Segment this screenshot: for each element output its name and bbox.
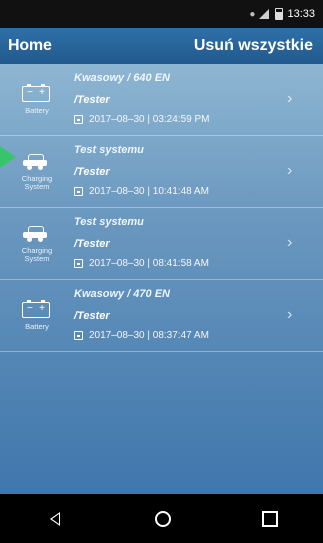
type-label: Battery xyxy=(25,321,49,331)
type-icon-block: − + Battery xyxy=(0,64,74,136)
chevron-right-icon: › xyxy=(287,90,293,107)
calendar-icon xyxy=(74,259,83,268)
calendar-icon xyxy=(74,115,83,124)
date-text: 2017–08–30 | 03:24:59 PM xyxy=(89,114,210,125)
recent-apps-button[interactable] xyxy=(261,510,278,527)
item-tester: /Tester xyxy=(74,166,110,178)
date-text: 2017–08–30 | 08:37:47 AM xyxy=(89,330,209,341)
date-text: 2017–08–30 | 08:41:58 AM xyxy=(89,258,209,269)
item-text: Test systemu /Tester xyxy=(74,216,284,251)
delete-all-button[interactable]: Usuń wszystkie xyxy=(194,37,313,55)
type-icon-block: − + Battery xyxy=(0,280,74,352)
type-icon-block: Charging System xyxy=(0,208,74,280)
home-button[interactable] xyxy=(155,510,172,527)
item-date: 2017–08–30 | 08:41:58 AM xyxy=(74,258,209,269)
android-nav-bar xyxy=(0,494,323,543)
item-text: Kwasowy / 640 EN /Tester xyxy=(74,72,284,107)
battery-icon: − + xyxy=(22,83,52,104)
green-arrow-icon xyxy=(0,146,18,168)
car-icon xyxy=(22,225,52,244)
calendar-icon xyxy=(74,187,83,196)
item-tester: /Tester xyxy=(74,310,110,322)
list-item[interactable]: − + Battery Kwasowy / 470 EN /Tester 2017… xyxy=(0,280,323,352)
item-name: Test systemu xyxy=(74,216,144,228)
list-item[interactable]: − + Battery Kwasowy / 640 EN /Tester 2017… xyxy=(0,64,323,136)
item-date: 2017–08–30 | 10:41:48 AM xyxy=(74,186,209,197)
item-text: Test systemu /Tester xyxy=(74,144,284,179)
battery-icon: − + xyxy=(22,299,52,320)
status-bar: ● 13:33 xyxy=(0,0,323,28)
item-tester: /Tester xyxy=(74,238,110,250)
item-date: 2017–08–30 | 08:37:47 AM xyxy=(74,330,209,341)
list-item[interactable]: Charging System Test systemu /Tester 201… xyxy=(0,208,323,280)
type-label: Charging System xyxy=(21,173,53,191)
phone-screen: ● 13:33 Home Usuń wszystkie − + Battery K… xyxy=(0,0,323,543)
item-text: Kwasowy / 470 EN /Tester xyxy=(74,288,284,323)
app-header: Home Usuń wszystkie xyxy=(0,28,323,64)
page-title: Home xyxy=(8,37,52,54)
item-name: Kwasowy / 640 EN xyxy=(74,72,170,84)
chevron-right-icon: › xyxy=(287,162,293,179)
item-tester: /Tester xyxy=(74,94,110,106)
chevron-right-icon: › xyxy=(287,306,293,323)
results-list: − + Battery Kwasowy / 640 EN /Tester 2017… xyxy=(0,64,323,494)
type-label: Battery xyxy=(25,105,49,115)
chevron-right-icon: › xyxy=(287,234,293,251)
car-icon xyxy=(22,153,52,172)
battery-status-icon xyxy=(275,8,284,20)
type-label: Charging System xyxy=(21,245,53,263)
back-button[interactable] xyxy=(45,509,65,529)
signal-icon xyxy=(259,9,270,19)
item-name: Test systemu xyxy=(74,144,144,156)
item-name: Kwasowy / 470 EN xyxy=(74,288,170,300)
calendar-icon xyxy=(74,331,83,340)
date-text: 2017–08–30 | 10:41:48 AM xyxy=(89,186,209,197)
item-date: 2017–08–30 | 03:24:59 PM xyxy=(74,114,209,125)
alarm-icon: ● xyxy=(249,8,256,20)
clock: 13:33 xyxy=(287,8,315,20)
list-item[interactable]: Charging System Test systemu /Tester 201… xyxy=(0,136,323,208)
